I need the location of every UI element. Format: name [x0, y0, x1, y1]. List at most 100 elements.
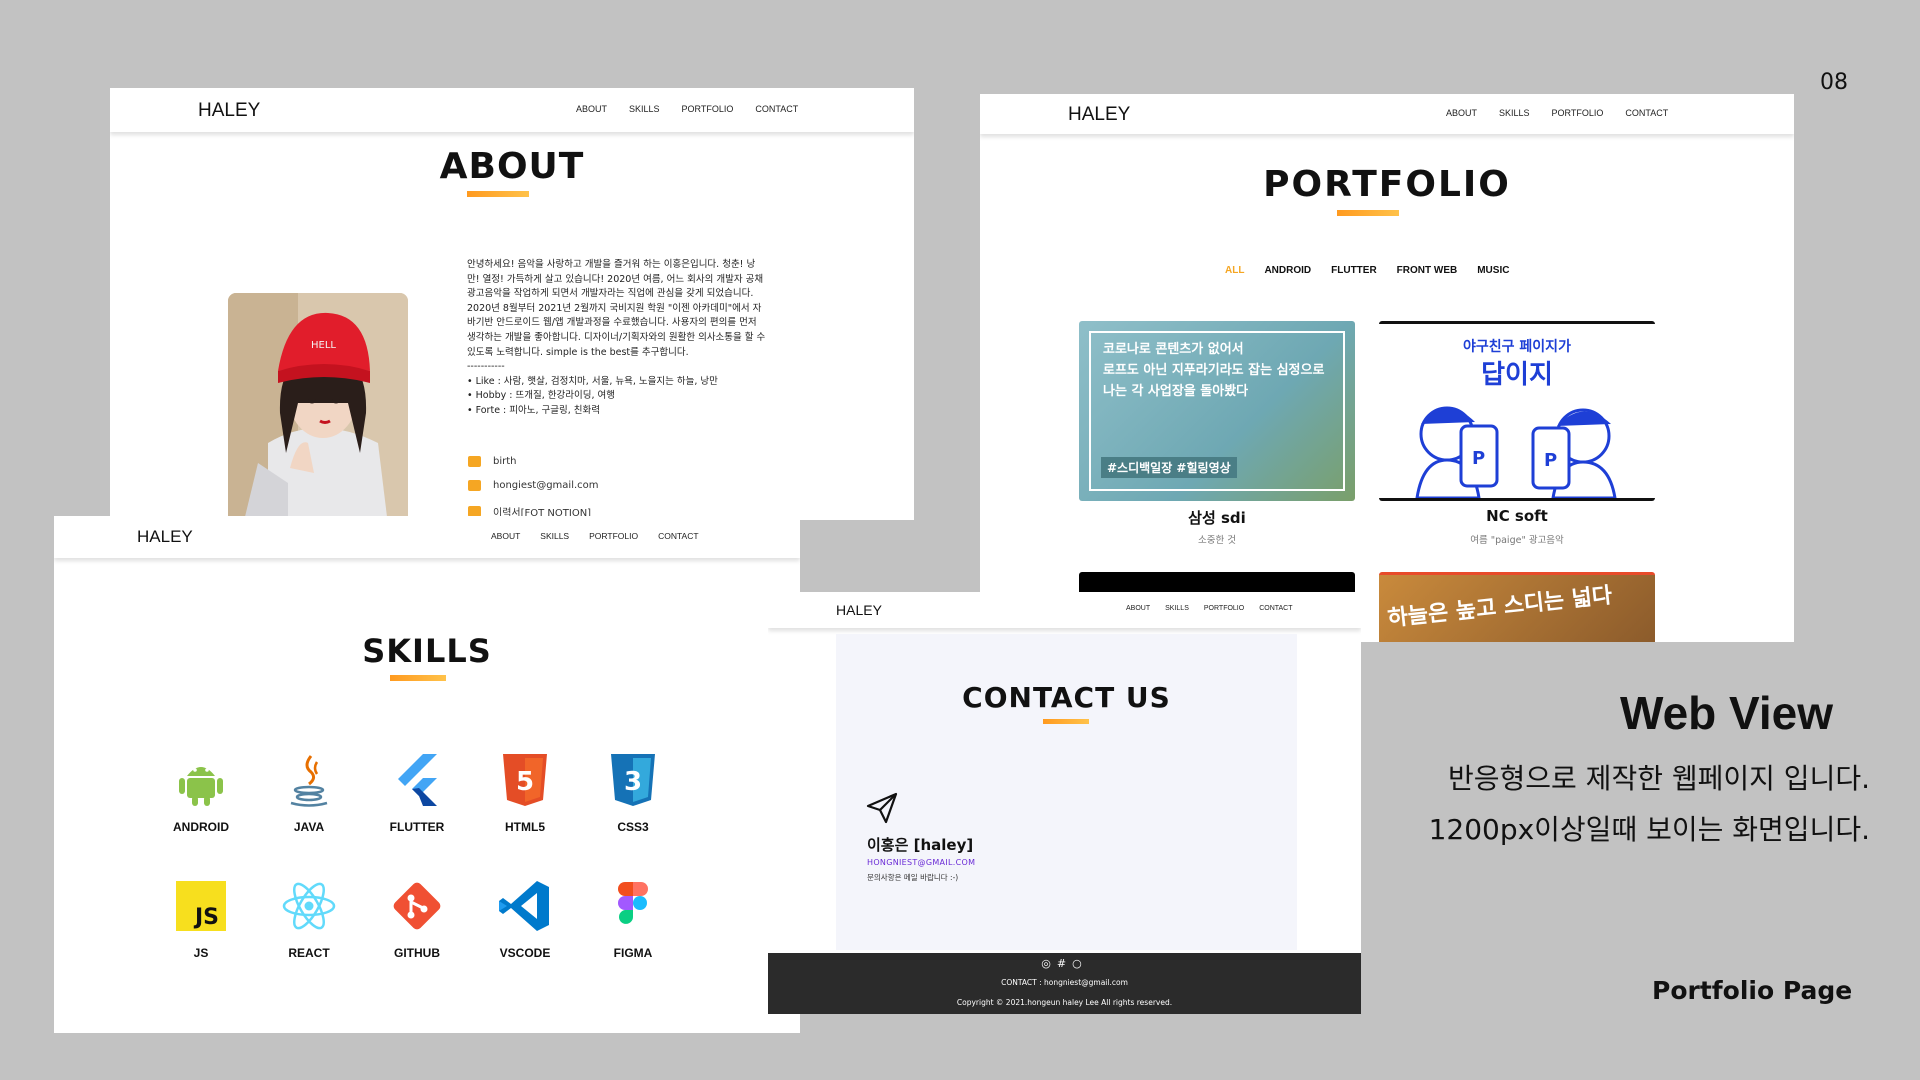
nav-item-contact[interactable]: CONTACT [1625, 108, 1668, 118]
page-number: 08 [1820, 70, 1848, 95]
birth-text: birth [493, 456, 517, 467]
contact-title: CONTACT US [962, 681, 1171, 714]
contact-card: CONTACT US 이홍은 [haley] HONGNIEST@GMAIL.C… [836, 634, 1297, 950]
nav-item-portfolio[interactable]: PORTFOLIO [1552, 108, 1604, 118]
beanie-logo: HELL [311, 340, 336, 351]
nav-item-portfolio[interactable]: PORTFOLIO [589, 531, 638, 541]
card-subtitle: 소중한 것 [1198, 535, 1236, 546]
nav-item-skills[interactable]: SKILLS [1499, 108, 1530, 118]
skill-figma: FIGMA [588, 878, 678, 960]
github-icon[interactable]: ○ [1072, 957, 1088, 970]
contact-navbar: HALEY ABOUT SKILLS PORTFOLIO CONTACT [768, 592, 1361, 628]
svg-text:P: P [1472, 448, 1485, 469]
vscode-icon [497, 878, 553, 934]
skill-label: FLUTTER [389, 820, 445, 834]
card-hashtags: #스디백일장 #힐링영상 [1101, 457, 1237, 478]
contact-screenshot: HALEY ABOUT SKILLS PORTFOLIO CONTACT CON… [768, 592, 1361, 1014]
about-divider: ----------- [467, 361, 505, 373]
portfolio-navbar: HALEY ABOUT SKILLS PORTFOLIO CONTACT [980, 94, 1794, 134]
nav-menu: ABOUT SKILLS PORTFOLIO CONTACT [1446, 108, 1668, 118]
title-underline [467, 191, 529, 197]
filter-all[interactable]: ALL [1225, 265, 1244, 276]
banner-text: 하늘은 높고 스디는 넓다 [1386, 583, 1614, 632]
footer-icons: ◎#○ [768, 957, 1361, 970]
about-navbar: HALEY ABOUT SKILLS PORTFOLIO CONTACT [110, 88, 914, 132]
skills-title: SKILLS [362, 632, 492, 670]
portfolio-card-banner[interactable]: 하늘은 높고 스디는 넓다 [1379, 572, 1655, 642]
card-title: NC soft [1486, 507, 1548, 525]
android-icon [173, 752, 229, 808]
nav-menu: ABOUT SKILLS PORTFOLIO CONTACT [491, 531, 699, 541]
flutter-icon [389, 752, 445, 808]
headline-line: 나는 각 사업장을 돌아봤다 [1103, 384, 1249, 399]
filter-flutter[interactable]: FLUTTER [1331, 265, 1377, 276]
nav-item-skills[interactable]: SKILLS [629, 104, 660, 114]
portfolio-card-ncsoft[interactable]: 야구친구 페이지가 답이지 P P [1379, 321, 1655, 501]
skill-vscode: VSCODE [480, 878, 570, 960]
skill-html5: 5 HTML5 [480, 752, 570, 834]
about-paragraph: 안녕하세요! 음악을 사랑하고 개발을 즐거워 하는 이홍은입니다. 청춘! 낭… [467, 259, 766, 358]
description-line: 1200px이상일때 보이는 화면입니다. [1428, 813, 1870, 846]
card-headline: 코로나로 콘텐츠가 없어서 로프도 아닌 지푸라기라도 잡는 심정으로 나는 각… [1103, 339, 1324, 402]
nav-item-portfolio[interactable]: PORTFOLIO [1204, 605, 1244, 612]
portfolio-screenshot: HALEY ABOUT SKILLS PORTFOLIO CONTACT POR… [980, 94, 1794, 642]
contact-email[interactable]: HONGNIEST@GMAIL.COM [867, 858, 975, 867]
about-screenshot: HALEY ABOUT SKILLS PORTFOLIO CONTACT ABO… [110, 88, 914, 520]
headline-line: 로프도 아닌 지푸라기라도 잡는 심정으로 [1103, 363, 1325, 378]
figma-icon [605, 878, 661, 934]
cartoon-illustration: P P [1415, 406, 1617, 498]
profile-photo: HELL [228, 293, 408, 520]
about-like: • Like : 사람, 햇살, 검정치마, 서울, 뉴욕, 노을지는 하늘, … [467, 375, 718, 387]
react-icon [281, 878, 337, 934]
about-forte: • Forte : 피아노, 구글링, 친화력 [467, 404, 601, 416]
portfolio-card-samsung[interactable]: 코로나로 콘텐츠가 없어서 로프도 아닌 지푸라기라도 잡는 심정으로 나는 각… [1079, 321, 1355, 501]
logo[interactable]: HALEY [836, 602, 882, 618]
nav-item-about[interactable]: ABOUT [1126, 605, 1150, 612]
skill-react: REACT [264, 878, 354, 960]
nav-item-skills[interactable]: SKILLS [540, 531, 569, 541]
nav-item-contact[interactable]: CONTACT [1259, 605, 1292, 612]
skill-label: ANDROID [173, 820, 229, 834]
headline-line: 코로나로 콘텐츠가 없어서 [1103, 342, 1244, 357]
nav-item-contact[interactable]: CONTACT [755, 104, 798, 114]
nav-item-skills[interactable]: SKILLS [1165, 605, 1189, 612]
cake-icon [468, 456, 481, 467]
nav-item-about[interactable]: ABOUT [491, 531, 520, 541]
web-view-title: Web View [1620, 687, 1834, 739]
hashtag-icon[interactable]: # [1057, 957, 1072, 970]
title-underline [1337, 210, 1399, 216]
title-underline [1043, 719, 1089, 724]
skill-label: REACT [288, 946, 330, 960]
mail-icon [468, 480, 481, 491]
contact-note: 문의사항은 메일 바랍니다 :-) [867, 873, 959, 882]
title-underline [390, 675, 446, 681]
filter-android[interactable]: ANDROID [1264, 265, 1311, 276]
logo[interactable]: HALEY [1068, 104, 1130, 126]
logo[interactable]: HALEY [137, 527, 193, 547]
card-subtitle: 여름 "paige" 광고음악 [1470, 535, 1564, 546]
card-heading: 야구친구 페이지가 [1463, 339, 1571, 355]
paper-plane-icon [866, 792, 898, 824]
info-birth: birth [468, 456, 517, 467]
email-text[interactable]: hongiest@gmail.com [493, 480, 599, 491]
filter-front-web[interactable]: FRONT WEB [1397, 265, 1458, 276]
nav-item-about[interactable]: ABOUT [1446, 108, 1477, 118]
nav-item-portfolio[interactable]: PORTFOLIO [682, 104, 734, 114]
css3-glyph: 3 [624, 767, 642, 797]
filter-music[interactable]: MUSIC [1477, 265, 1509, 276]
nav-item-contact[interactable]: CONTACT [658, 531, 698, 541]
logo[interactable]: HALEY [198, 100, 260, 122]
nav-item-about[interactable]: ABOUT [576, 104, 607, 114]
site-footer: ◎#○ CONTACT : hongniest@gmail.com Copyri… [768, 953, 1361, 1014]
css3-icon: 3 [605, 752, 661, 808]
skill-android: ANDROID [156, 752, 246, 834]
portfolio-filters: ALL ANDROID FLUTTER FRONT WEB MUSIC [1225, 265, 1509, 276]
skill-github: GITHUB [372, 878, 462, 960]
about-title: ABOUT [439, 146, 585, 187]
about-hobby: • Hobby : 뜨개질, 한강라이딩, 여행 [467, 390, 615, 402]
instagram-icon[interactable]: ◎ [1041, 957, 1057, 970]
skills-screenshot: HALEY ABOUT SKILLS PORTFOLIO CONTACT SKI… [54, 516, 800, 1033]
skill-label: JS [193, 946, 209, 960]
contact-name: 이홍은 [haley] [867, 836, 974, 854]
js-glyph: JS [193, 905, 219, 930]
